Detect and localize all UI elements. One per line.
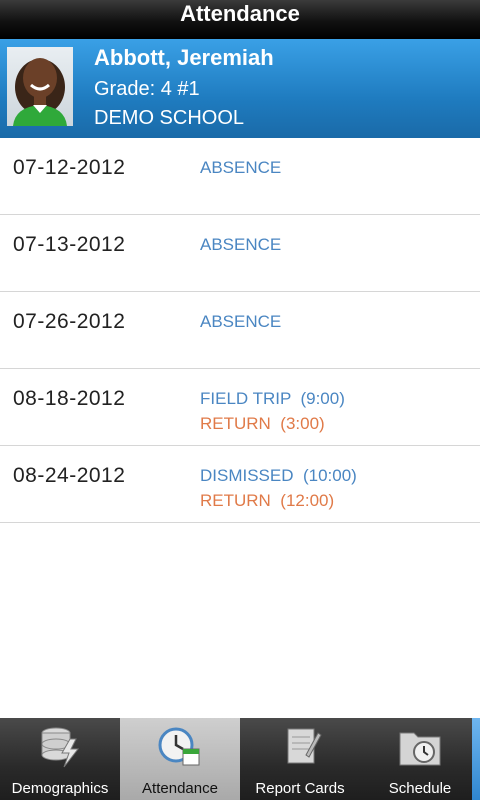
attendance-event: ABSENCE xyxy=(200,158,282,177)
student-name: Abbott, Jeremiah xyxy=(94,45,274,70)
attendance-date: 08-18-2012 xyxy=(13,387,126,410)
attendance-row[interactable]: 07-26-2012 ABSENCE xyxy=(0,292,480,369)
tab-demographics[interactable]: Demographics xyxy=(0,718,120,800)
attendance-list: 07-12-2012 ABSENCE 07-13-2012 ABSENCE 07-26-… xyxy=(0,138,480,523)
tab-bar-edge xyxy=(472,718,480,800)
attendance-event: ABSENCE xyxy=(200,312,282,331)
clock-calendar-icon xyxy=(156,725,204,769)
tab-label: Demographics xyxy=(11,780,109,797)
attendance-date: 07-12-2012 xyxy=(13,156,126,179)
attendance-date: 07-13-2012 xyxy=(13,233,126,256)
attendance-events: DISMISSED (10:00) RETURN (12:00) xyxy=(200,464,357,513)
attendance-row[interactable]: 08-18-2012 FIELD TRIP (9:00) RETURN (3:00) xyxy=(0,369,480,446)
tab-label: Schedule xyxy=(388,780,452,797)
folder-clock-icon xyxy=(396,725,444,769)
attendance-event: DISMISSED (10:00) xyxy=(200,466,357,485)
return-event: RETURN (12:00) xyxy=(200,490,335,510)
attendance-event: ABSENCE xyxy=(200,235,282,254)
student-header: Abbott, Jeremiah Grade: 4 #1 DEMO SCHOOL xyxy=(0,39,480,138)
attendance-events: FIELD TRIP (9:00) RETURN (3:00) xyxy=(200,387,345,436)
tab-report-cards[interactable]: Report Cards xyxy=(240,718,360,800)
attendance-events: ABSENCE xyxy=(200,156,281,181)
tab-attendance[interactable]: Attendance xyxy=(120,718,240,800)
attendance-event: FIELD TRIP (9:00) xyxy=(200,389,345,408)
student-grade: Grade: 4 #1 xyxy=(94,78,200,100)
database-icon xyxy=(36,725,84,769)
student-avatar xyxy=(7,47,73,126)
attendance-events: ABSENCE xyxy=(200,233,281,258)
attendance-row[interactable]: 08-24-2012 DISMISSED (10:00) RETURN (12:00… xyxy=(0,446,480,523)
tab-schedule[interactable]: Schedule xyxy=(360,718,480,800)
tab-label: Attendance xyxy=(142,780,218,797)
attendance-date: 07-26-2012 xyxy=(13,310,126,333)
attendance-row[interactable]: 07-13-2012 ABSENCE xyxy=(0,215,480,292)
attendance-date: 08-24-2012 xyxy=(13,464,126,487)
page-title: Attendance xyxy=(180,1,300,26)
student-school: DEMO SCHOOL xyxy=(94,107,245,129)
return-event: RETURN (3:00) xyxy=(200,413,325,433)
attendance-row[interactable]: 07-12-2012 ABSENCE xyxy=(0,138,480,215)
student-photo-icon xyxy=(13,58,67,126)
title-bar: Attendance xyxy=(0,0,480,39)
bottom-tab-bar: Demographics Attendance Report Cards Schedu… xyxy=(0,718,480,800)
tab-label: Report Cards xyxy=(255,780,345,797)
notebook-icon xyxy=(276,725,324,769)
attendance-events: ABSENCE xyxy=(200,310,281,335)
